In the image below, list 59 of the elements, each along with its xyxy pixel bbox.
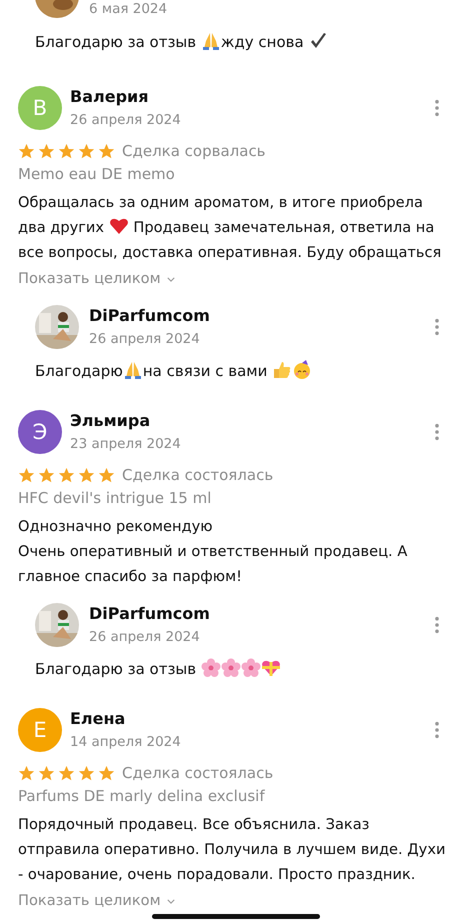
reviewer-name: Елена xyxy=(70,708,126,730)
avatar: Э xyxy=(18,410,62,454)
star-icon xyxy=(38,764,55,782)
review-text: Порядочный продавец. Все объяснила. Заказ отправила оперативно. Получила в лучшем виде. Духи - очарование, очень порадовали. Просто праздник. xyxy=(18,815,446,885)
avatar: Е xyxy=(18,708,62,752)
star-icon xyxy=(18,142,35,160)
product-name: Memo eau DE memo xyxy=(18,164,176,185)
praying-hands-icon xyxy=(200,31,221,51)
blossom-icon xyxy=(200,658,221,678)
review-text: Однозначно рекомендую Очень оперативный и ответственный продавец. А главное спасибо за парфюм! xyxy=(18,517,408,587)
seller-name: DiParfumcom xyxy=(89,603,211,625)
reply-date: 26 апреля 2024 xyxy=(89,330,201,349)
more-options-icon[interactable] xyxy=(434,318,440,336)
review-text: Обращалась за одним ароматом, в итоге приобрела два других Продавец замечательная, ответила на все вопросы, доставка оперативная. Буду обращаться xyxy=(18,193,442,263)
praying-hands-icon xyxy=(122,360,143,380)
star-icon xyxy=(98,142,115,160)
more-options-icon[interactable] xyxy=(434,423,440,441)
reply-date: 26 апреля 2024 xyxy=(89,628,201,647)
star-icon xyxy=(78,764,95,782)
thumbs-up-icon xyxy=(272,360,292,380)
deal-status: Сделка состоялась xyxy=(122,763,274,784)
star-icon xyxy=(98,466,115,484)
reply-date: 6 мая 2024 xyxy=(89,0,168,18)
star-icon xyxy=(58,764,75,782)
reviewer-name: Эльмира xyxy=(70,410,152,432)
product-name: HFC devil's intrigue 15 ml xyxy=(18,488,212,509)
star-icon xyxy=(18,764,35,782)
star-icon xyxy=(18,466,35,484)
product-name: Parfums DE marly delina exclusif xyxy=(18,786,266,807)
star-icon xyxy=(98,764,115,782)
blossom-icon xyxy=(240,658,261,678)
heart-icon xyxy=(108,216,129,236)
review-date: 14 апреля 2024 xyxy=(70,733,182,752)
star-icon xyxy=(58,466,75,484)
review-date: 26 апреля 2024 xyxy=(70,111,182,130)
avatar: В xyxy=(18,86,62,130)
reply-text: Благодарю за отзыв xyxy=(35,647,454,681)
star-icon xyxy=(38,142,55,160)
more-options-icon[interactable] xyxy=(434,721,440,739)
ribbon-heart-icon xyxy=(260,658,281,678)
review-date: 23 апреля 2024 xyxy=(70,435,182,454)
chevron-down-icon xyxy=(166,276,175,282)
star-icon xyxy=(58,142,75,160)
star-icon xyxy=(38,466,55,484)
reply-text: Благодарю за отзыв жду снова xyxy=(0,18,472,54)
reviewer-name: Валерия xyxy=(70,86,150,108)
chevron-down-icon xyxy=(166,898,175,904)
seller-name: DiParfumcom xyxy=(89,305,211,327)
star-icon xyxy=(78,142,95,160)
more-options-icon[interactable] xyxy=(434,616,440,634)
star-icon xyxy=(78,466,95,484)
reply-text: Благодарю на связи с вами xyxy=(35,349,454,383)
deal-status: Сделка сорвалась xyxy=(122,141,266,162)
deal-status: Сделка состоялась xyxy=(122,465,274,486)
show-full-link[interactable]: Показать целиком xyxy=(18,267,161,291)
more-options-icon[interactable] xyxy=(434,99,440,117)
show-full-link[interactable]: Показать целиком xyxy=(18,889,161,913)
party-face-icon xyxy=(292,360,312,380)
blossom-icon xyxy=(220,658,241,678)
